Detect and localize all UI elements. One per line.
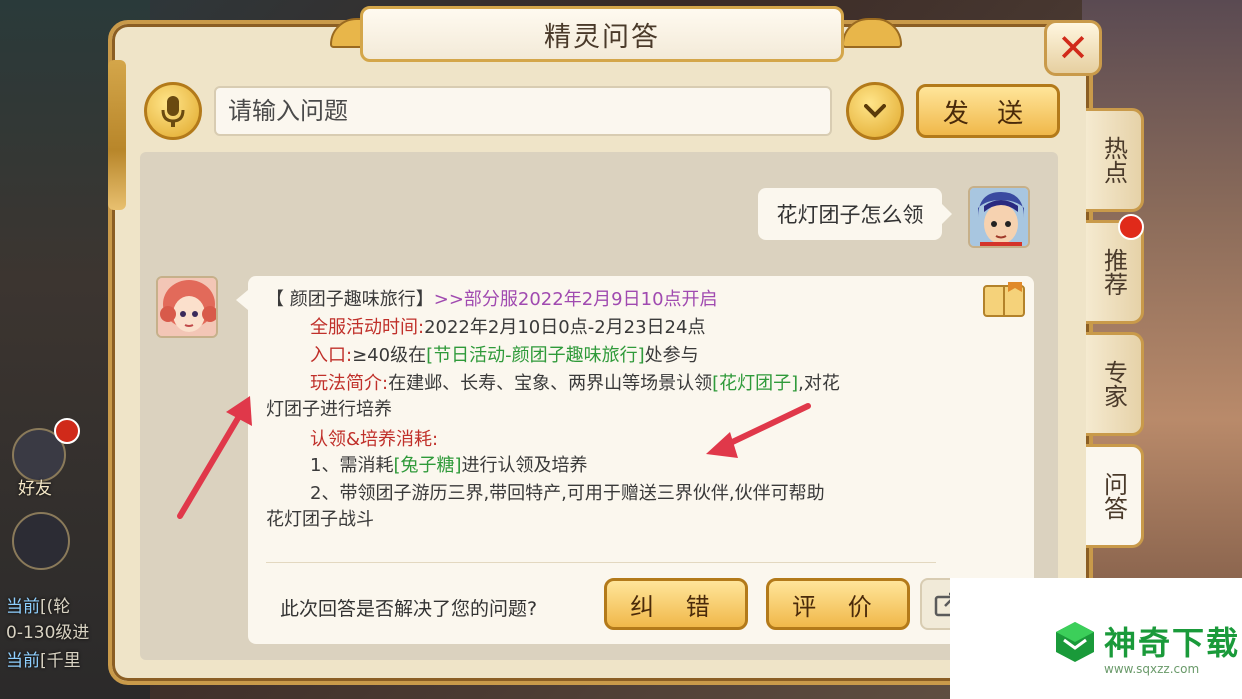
dialog-title: 精灵问答 [360, 6, 844, 62]
event-time-value: 2022年2月10日0点-2月23日24点 [424, 317, 706, 338]
annotation-arrow-icon [706, 403, 811, 458]
cube-logo-icon [1056, 622, 1094, 662]
tassel-ornament [108, 60, 126, 210]
cost-item-2: 2、带领团子游历三界,带回特产,可用于赠送三界伙伴,伙伴可帮助 [310, 483, 825, 504]
watermark-text: 神奇下载 [1104, 624, 1241, 662]
watermark-site: www.sqxzz.com [1104, 662, 1200, 676]
chevron-down-icon [864, 104, 886, 118]
event-time-line: 全服活动时间:2022年2月10日0点-2月23日24点 [310, 316, 705, 340]
chat-bubble-icon[interactable] [12, 512, 70, 570]
tab-qa[interactable]: 问答 [1086, 444, 1144, 548]
play-intro-line: 玩法简介:在建邺、长寿、宝象、两界山等场景认领[花灯团子],对花 [310, 373, 840, 394]
friends-label[interactable]: 好友 [18, 474, 52, 499]
answer-bubble: 【 颜团子趣味旅行】>>部分服2022年2月9日10点开启 全服活动时间:202… [236, 276, 1034, 644]
divider [266, 562, 936, 563]
rate-button[interactable]: 评 价 [766, 578, 910, 630]
notification-dot-icon [54, 418, 80, 444]
send-button[interactable]: 发 送 [916, 84, 1060, 138]
book-icon[interactable] [978, 278, 1030, 322]
annotation-arrow-icon [177, 396, 252, 519]
feedback-question: 此次回答是否解决了您的问题? [280, 598, 538, 620]
spirit-avatar [156, 276, 218, 338]
entry-label: 入口: [310, 345, 353, 366]
tab-expert[interactable]: 专家 [1086, 332, 1144, 436]
answer-notice: >>部分服2022年2月9日10点开启 [433, 289, 718, 310]
user-question-bubble: 花灯团子怎么领 [758, 188, 952, 240]
play-intro-label: 玩法简介: [310, 373, 389, 394]
entry-line: 入口:≥40级在[节日活动-颜团子趣味旅行]处参与 [310, 345, 699, 366]
chat-line: 当前[千里 [6, 651, 81, 671]
notification-dot-icon [1118, 214, 1144, 240]
question-input[interactable] [214, 86, 832, 136]
history-dropdown-button[interactable] [846, 82, 904, 140]
cost-label: 认领&培养消耗: [310, 429, 439, 450]
microphone-button[interactable] [144, 82, 202, 140]
cost-item-1: 1、需消耗[兔子糖]进行认领及培养 [310, 455, 588, 476]
event-time-label: 全服活动时间: [310, 317, 425, 338]
close-button[interactable]: ✕ [1044, 20, 1102, 76]
chat-line: 0-130级进 [6, 623, 90, 643]
report-error-button[interactable]: 纠 错 [604, 578, 748, 630]
answer-title: 【 颜团子趣味旅行】 [266, 289, 434, 310]
user-avatar [968, 186, 1030, 248]
tab-hot[interactable]: 热点 [1086, 108, 1144, 212]
answer-title-line: 【 颜团子趣味旅行】>>部分服2022年2月9日10点开启 [266, 288, 718, 312]
close-x-icon: ✕ [1057, 26, 1089, 70]
rabbit-candy-link[interactable]: [兔子糖] [393, 455, 461, 476]
play-intro-line-2: 灯团子进行培养 [266, 399, 392, 420]
entry-link[interactable]: [节日活动-颜团子趣味旅行] [426, 345, 645, 366]
cost-item-2-line-2: 花灯团子战斗 [266, 509, 374, 530]
lantern-dumpling-link[interactable]: [花灯团子] [712, 373, 798, 394]
chat-line: 当前[(轮 [6, 597, 71, 617]
microphone-icon [161, 96, 185, 127]
